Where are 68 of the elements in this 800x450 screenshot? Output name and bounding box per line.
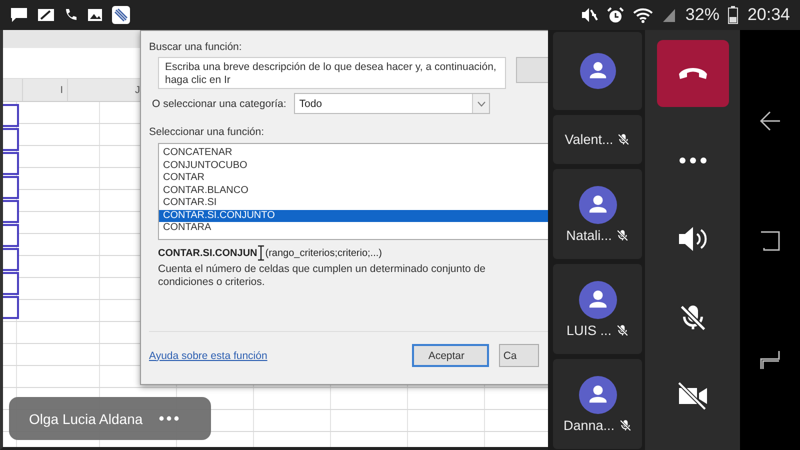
phone-icon	[64, 8, 78, 22]
category-label: O seleccionar una categoría:	[152, 98, 286, 110]
selected-cell	[3, 176, 19, 199]
function-item[interactable]: CONTAR.SI	[159, 197, 548, 210]
text-cursor-icon	[257, 245, 266, 261]
participant-name: Danna...	[563, 418, 615, 432]
back-icon	[759, 110, 781, 132]
function-item[interactable]: CONCATENAR	[159, 147, 548, 160]
recent-apps-button[interactable]	[760, 350, 780, 370]
cancel-button[interactable]: Ca	[499, 344, 540, 367]
selected-cell	[3, 152, 19, 175]
participant-name: LUIS ...	[566, 322, 612, 338]
presenter-name: Olga Lucia Aldana	[29, 410, 143, 426]
recents-icon	[760, 350, 780, 370]
app-icon	[112, 6, 130, 24]
signal-icon	[662, 7, 676, 23]
more-icon	[678, 157, 706, 164]
function-item[interactable]: CONTARA	[159, 222, 548, 234]
selected-cell	[3, 272, 19, 295]
column-header: I	[23, 79, 68, 101]
sim-card-icon	[37, 8, 55, 22]
search-label: Buscar una función:	[149, 41, 243, 53]
participant-name: Natali...	[566, 228, 612, 242]
help-link[interactable]: Ayuda sobre esta función	[149, 350, 268, 362]
person-avatar-icon	[578, 280, 616, 318]
image-icon	[87, 8, 103, 22]
person-avatar-icon	[580, 53, 616, 89]
camera-off-icon	[676, 382, 708, 410]
participant-tile[interactable]: Valent...	[553, 115, 642, 164]
participant-tile[interactable]: Natali...	[553, 169, 642, 259]
participant-tile[interactable]: LUIS ...	[553, 264, 642, 354]
function-signature: CONTAR.SI.CONJUN	[158, 248, 258, 258]
hang-up-button[interactable]	[656, 40, 728, 107]
function-item[interactable]: CONTAR.SI.CONJUNTO	[159, 210, 548, 222]
selected-cell	[3, 128, 19, 151]
more-options-icon[interactable]	[158, 416, 179, 421]
function-description: Cuenta el número de celdas que cumplen un determinado conjunto de condiciones o criterios.	[158, 263, 486, 289]
selected-cell	[3, 200, 19, 223]
function-arguments: (rango_criterios;criterio;...)	[265, 248, 382, 258]
function-item[interactable]: CONTAR.BLANCO	[159, 184, 548, 197]
clock-time: 20:34	[747, 5, 790, 25]
person-avatar-icon	[578, 186, 616, 224]
speaker-icon	[678, 226, 708, 252]
selected-cell	[3, 104, 19, 127]
accept-button[interactable]: Aceptar	[412, 344, 490, 367]
selected-cell	[3, 296, 19, 319]
function-list-label: Seleccionar una función:	[149, 126, 265, 138]
microphone-off-icon	[678, 302, 708, 333]
back-button[interactable]	[759, 110, 781, 132]
wifi-icon	[633, 7, 654, 23]
function-item[interactable]: CONTAR	[159, 172, 548, 184]
selected-cell	[3, 248, 19, 271]
vibrate-mute-icon	[580, 7, 598, 23]
participant-name: Valent...	[564, 132, 614, 147]
battery-icon	[728, 6, 738, 24]
alarm-icon	[607, 6, 624, 24]
category-dropdown[interactable]: Todo	[294, 93, 490, 114]
caret-icon	[476, 100, 486, 106]
selected-cell	[3, 224, 19, 247]
participant-tile[interactable]: Danna...	[553, 359, 642, 449]
battery-percentage: 32%	[685, 5, 720, 25]
hang-up-icon	[678, 66, 708, 80]
participant-tile[interactable]	[553, 32, 642, 110]
search-field[interactable]: Escriba una breve descripción de lo que desea hacer y, a continuación, haga clic en Ir	[158, 57, 506, 89]
person-avatar-icon	[578, 376, 616, 414]
function-item[interactable]: CONJUNTOCUBO	[159, 160, 548, 172]
home-button[interactable]	[760, 230, 780, 251]
message-icon	[10, 7, 28, 23]
